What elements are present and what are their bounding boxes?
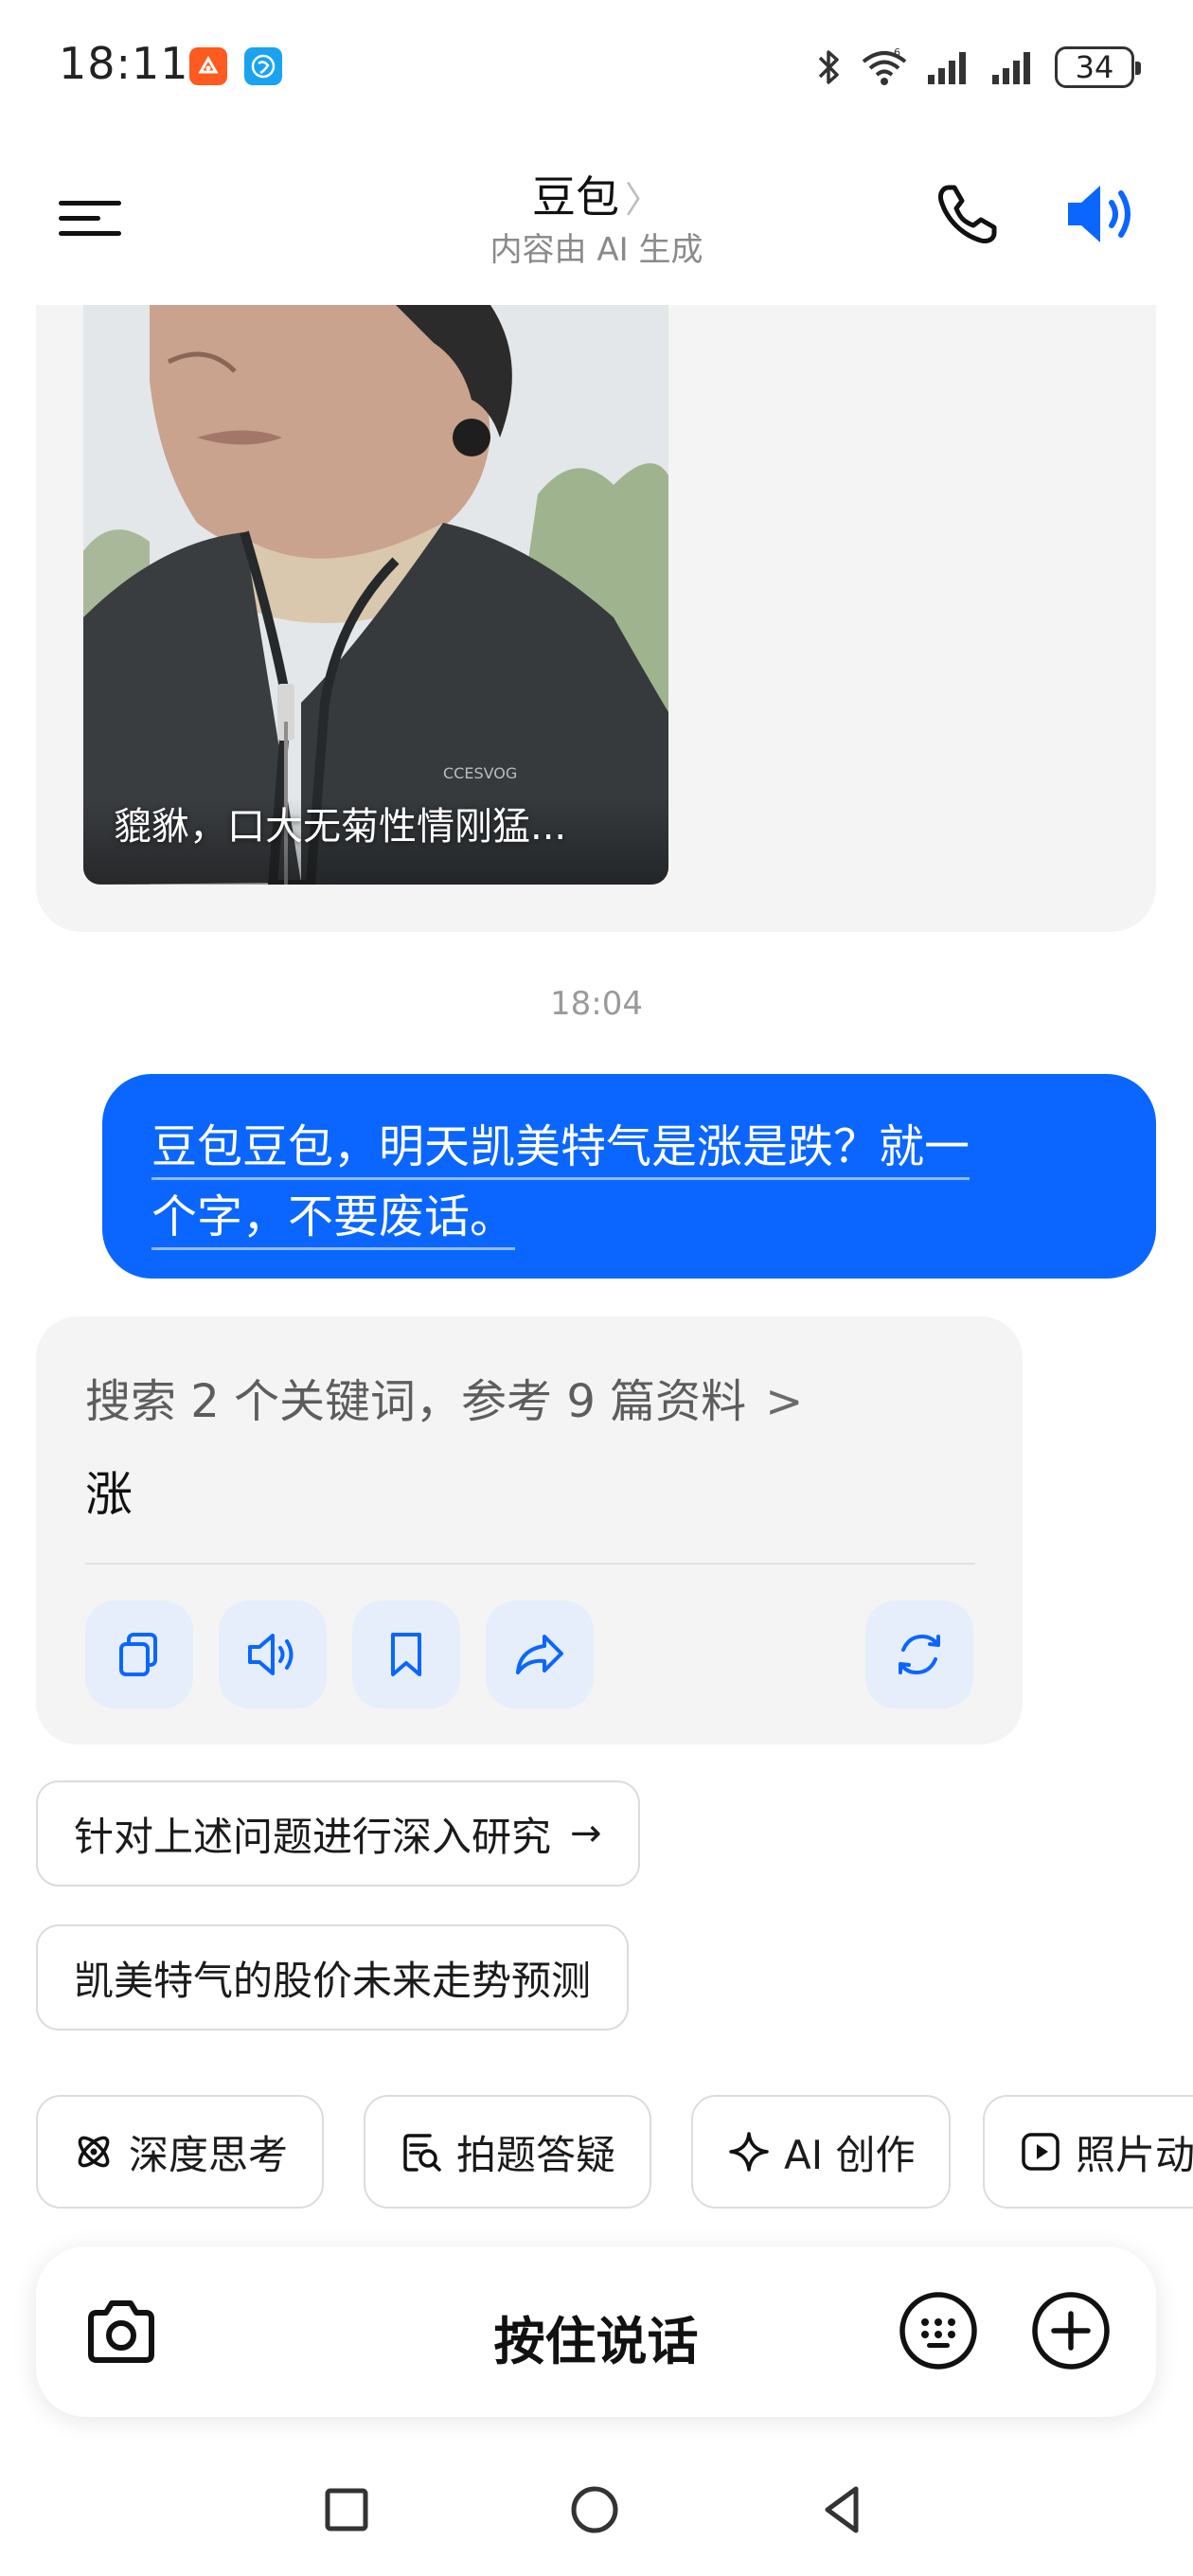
phone-call-icon[interactable] [934, 180, 1002, 248]
home-icon[interactable] [566, 2481, 623, 2538]
signal-icon [992, 52, 1030, 84]
bookmark-button[interactable] [352, 1601, 460, 1708]
ai-answer-text: 涨 [85, 1467, 133, 1522]
signal-icon [928, 52, 966, 84]
voice-input-bar: 按住说话 [36, 2246, 1156, 2417]
chat-title[interactable]: 豆包〉 [0, 163, 1193, 225]
chip-label: 照片动 [1076, 2131, 1193, 2178]
status-time: 18:11 [59, 38, 189, 89]
photo-caption: 貔貅，口大无菊性情刚猛... [114, 805, 567, 849]
chip-label: 深度思考 [129, 2131, 289, 2178]
play-square-icon [1022, 2133, 1059, 2171]
ai-generated-notice: 内容由 AI 生成 [490, 231, 703, 269]
arrow-right-icon: → [570, 1812, 602, 1855]
divider [85, 1563, 975, 1565]
status-icons: 6 34 [814, 44, 1141, 91]
chip-photo-question[interactable]: 拍题答疑 [364, 2095, 652, 2209]
ai-reply-card: 搜索 2 个关键词，参考 9 篇资料 > 涨 [36, 1316, 1023, 1744]
user-message-line-2: 个字，不要废话。 [151, 1190, 516, 1250]
atom-icon [78, 2136, 110, 2168]
status-bar: 18:11 6 34 [0, 0, 1193, 142]
suggestion-label: 凯美特气的股价未来走势预测 [74, 1957, 592, 2004]
chip-deep-thinking[interactable]: 深度思考 [36, 2095, 325, 2209]
suggestion-deep-research[interactable]: 针对上述问题进行深入研究 → [36, 1780, 640, 1887]
shirt-logo-text: CCESVOG [443, 764, 517, 782]
share-button[interactable] [486, 1601, 594, 1708]
user-message-text: 豆包豆包，明天凯美特气是涨是跌？就一 个字，不要废话。 [151, 1112, 1107, 1252]
chevron-right-icon: 〉 [624, 179, 661, 221]
feature-chip-row: 深度思考 拍题答疑 AI 创作 照片动 [36, 2095, 1193, 2210]
share-icon [516, 1635, 563, 1674]
regenerate-icon [899, 1634, 940, 1675]
plus-icon[interactable] [1030, 2290, 1112, 2371]
chevron-right-icon: > [765, 1375, 804, 1428]
hold-to-talk-button[interactable]: 按住说话 [36, 2299, 1156, 2374]
read-aloud-icon [248, 1634, 294, 1675]
keyboard-icon[interactable] [898, 2290, 979, 2371]
wifi-icon: 6 [862, 46, 907, 85]
sparkle-icon [729, 2132, 769, 2172]
recent-apps-icon[interactable] [318, 2481, 375, 2538]
user-message-bubble[interactable]: 豆包豆包，明天凯美特气是涨是跌？就一 个字，不要废话。 [102, 1074, 1156, 1279]
chip-photo-animate[interactable]: 照片动 [983, 2095, 1193, 2209]
back-icon[interactable] [814, 2481, 871, 2538]
system-navigation-bar [0, 2453, 1193, 2576]
chip-ai-creation[interactable]: AI 创作 [691, 2095, 952, 2209]
suggestion-label: 针对上述问题进行深入研究 [74, 1813, 552, 1860]
search-summary-text: 搜索 2 个关键词，参考 9 篇资料 [85, 1375, 747, 1428]
chip-label: AI 创作 [784, 2131, 916, 2178]
speaker-icon[interactable] [1062, 178, 1138, 250]
bluetooth-icon [818, 50, 839, 84]
read-aloud-button[interactable] [219, 1601, 327, 1708]
browser-app-icon [244, 47, 282, 85]
copy-icon [119, 1633, 157, 1676]
message-timestamp: 18:04 [550, 985, 643, 1023]
battery-icon: 34 [1055, 46, 1141, 88]
svg-text:6: 6 [894, 46, 900, 59]
orange-app-icon [189, 47, 227, 85]
image-message-photo[interactable]: CCESVOG 貔貅，口大无菊性情刚猛... [83, 305, 668, 885]
user-message-line-1: 豆包豆包，明天凯美特气是涨是跌？就一 [151, 1120, 970, 1180]
chat-title-text: 豆包 [531, 171, 619, 223]
copy-button[interactable] [85, 1601, 193, 1708]
chip-label: 拍题答疑 [456, 2131, 616, 2178]
scan-question-icon [403, 2134, 441, 2172]
bookmark-icon [391, 1633, 421, 1676]
regenerate-button[interactable] [865, 1601, 973, 1708]
search-references-link[interactable]: 搜索 2 个关键词，参考 9 篇资料 > [85, 1364, 803, 1430]
suggestion-price-forecast[interactable]: 凯美特气的股价未来走势预测 [36, 1924, 630, 2030]
chat-header: 豆包〉 内容由 AI 生成 [0, 142, 1193, 305]
battery-level: 34 [1075, 49, 1114, 85]
